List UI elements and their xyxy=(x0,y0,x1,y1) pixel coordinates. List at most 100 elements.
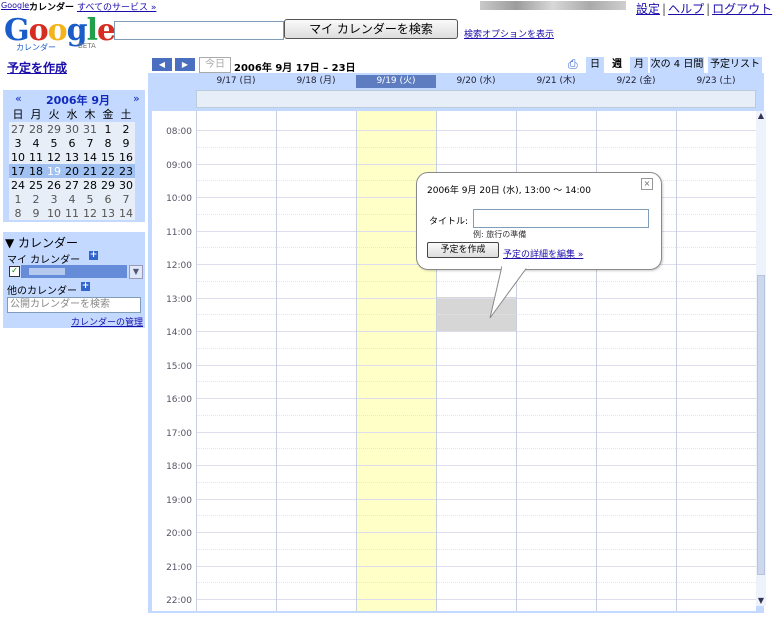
day-cell[interactable]: 27 xyxy=(9,122,27,136)
search-calendar-button[interactable]: マイ カレンダーを検索 xyxy=(284,19,458,39)
prev-week-button[interactable]: ◀ xyxy=(152,58,172,71)
google-link[interactable]: Google xyxy=(1,1,29,10)
day-cell[interactable]: 4 xyxy=(63,192,81,206)
day-header-selected[interactable]: 9/19 (火) xyxy=(356,75,436,88)
day-cell[interactable]: 15 xyxy=(99,150,117,164)
day-cell[interactable]: 5 xyxy=(81,192,99,206)
add-other-calendar-icon[interactable]: + xyxy=(81,282,90,291)
day-cell[interactable]: 18 xyxy=(27,164,45,178)
day-cell[interactable]: 7 xyxy=(81,136,99,150)
tab-next-4-days[interactable]: 次の 4 日間 xyxy=(650,57,704,73)
manage-calendars-link[interactable]: カレンダーの管理 xyxy=(71,315,143,328)
day-cell[interactable]: 23 xyxy=(117,164,135,178)
day-cell[interactable]: 5 xyxy=(45,136,63,150)
public-calendar-search-input[interactable]: 公開カレンダーを検索 xyxy=(7,297,141,313)
day-cell[interactable]: 8 xyxy=(99,136,117,150)
day-cell[interactable]: 1 xyxy=(9,192,27,206)
all-day-row[interactable] xyxy=(196,90,756,108)
day-header[interactable]: 9/22 (金) xyxy=(596,75,676,88)
day-cell[interactable]: 12 xyxy=(45,150,63,164)
day-cell[interactable]: 27 xyxy=(63,178,81,192)
google-logo[interactable]: Google カレンダー BETA xyxy=(4,16,116,53)
all-services-link[interactable]: すべてのサービス » xyxy=(77,0,156,13)
calendar-checkbox[interactable]: ✓ xyxy=(9,266,20,277)
day-cell[interactable]: 24 xyxy=(9,178,27,192)
day-cell[interactable]: 4 xyxy=(27,136,45,150)
day-cell[interactable]: 9 xyxy=(117,136,135,150)
day-cell[interactable]: 12 xyxy=(81,206,99,220)
day-header[interactable]: 9/21 (木) xyxy=(516,75,596,88)
chevron-down-icon[interactable]: ▼ xyxy=(129,265,143,279)
day-cell[interactable]: 10 xyxy=(9,150,27,164)
search-input[interactable] xyxy=(114,21,284,40)
day-cell[interactable]: 30 xyxy=(63,122,81,136)
close-icon[interactable]: × xyxy=(641,178,653,190)
help-link[interactable]: ヘルプ xyxy=(668,2,704,16)
tab-week[interactable]: 週 xyxy=(608,57,626,73)
settings-link[interactable]: 設定 xyxy=(636,2,660,16)
day-cell[interactable]: 3 xyxy=(45,192,63,206)
printer-icon[interactable]: ⎙ xyxy=(568,57,578,72)
logout-link[interactable]: ログアウト xyxy=(712,2,772,16)
day-cell[interactable]: 10 xyxy=(45,206,63,220)
event-title-input[interactable] xyxy=(473,209,649,228)
create-event-button[interactable]: 予定を作成 xyxy=(427,242,499,258)
calendar-name-chip[interactable] xyxy=(21,265,127,278)
day-cell[interactable]: 14 xyxy=(117,206,135,220)
day-header[interactable]: 9/20 (水) xyxy=(436,75,516,88)
day-header[interactable]: 9/17 (日) xyxy=(196,75,276,88)
day-cell[interactable]: 8 xyxy=(9,206,27,220)
day-cell[interactable]: 11 xyxy=(27,150,45,164)
edit-details-link[interactable]: 予定の詳細を編集 » xyxy=(503,247,583,260)
day-cell[interactable]: 3 xyxy=(9,136,27,150)
calendars-header[interactable]: ▼ カレンダー xyxy=(5,234,78,251)
mini-calendar-grid: 日 月 火 水 木 金 土 27 28 29 30 31 1 2 3 4 5 6… xyxy=(9,106,135,220)
day-cell[interactable]: 28 xyxy=(81,178,99,192)
search-options-link[interactable]: 検索オプションを表示 xyxy=(464,27,554,40)
scroll-down-icon[interactable]: ▼ xyxy=(756,596,766,606)
day-cell[interactable]: 13 xyxy=(99,206,117,220)
day-header[interactable]: 9/18 (月) xyxy=(276,75,356,88)
time-label: 14:00 xyxy=(166,328,192,338)
day-cell[interactable]: 21 xyxy=(81,164,99,178)
day-cell[interactable]: 6 xyxy=(63,136,81,150)
scrollbar[interactable]: ▲ ▼ xyxy=(756,111,766,606)
next-week-button[interactable]: ▶ xyxy=(175,58,195,71)
day-cell[interactable]: 1 xyxy=(99,122,117,136)
scroll-thumb[interactable] xyxy=(757,275,765,575)
day-cell[interactable]: 17 xyxy=(9,164,27,178)
day-cell[interactable]: 9 xyxy=(27,206,45,220)
day-cell[interactable]: 26 xyxy=(45,178,63,192)
day-cell[interactable]: 29 xyxy=(99,178,117,192)
tab-agenda[interactable]: 予定リスト xyxy=(708,57,762,73)
day-cell[interactable]: 20 xyxy=(63,164,81,178)
day-cell[interactable]: 28 xyxy=(27,122,45,136)
day-cell[interactable]: 16 xyxy=(117,150,135,164)
day-cell[interactable]: 30 xyxy=(117,178,135,192)
calendars-panel: ▼ カレンダー マイ カレンダー + ✓ ▼ 他のカレンダー + 公開カレンダー… xyxy=(3,232,145,328)
day-cell[interactable]: 7 xyxy=(117,192,135,206)
day-cell[interactable]: 2 xyxy=(117,122,135,136)
tab-day[interactable]: 日 xyxy=(586,57,604,73)
prev-month-button[interactable]: « xyxy=(15,92,22,105)
title-example: 例: 旅行の準備 xyxy=(473,230,527,239)
tab-month[interactable]: 月 xyxy=(630,57,648,73)
day-cell[interactable]: 31 xyxy=(81,122,99,136)
day-header[interactable]: 9/23 (土) xyxy=(676,75,756,88)
day-cell[interactable]: 2 xyxy=(27,192,45,206)
day-cell[interactable]: 14 xyxy=(81,150,99,164)
day-cell[interactable]: 29 xyxy=(45,122,63,136)
day-cell[interactable]: 25 xyxy=(27,178,45,192)
day-cell[interactable]: 13 xyxy=(63,150,81,164)
today-cell[interactable]: 19 xyxy=(45,164,63,178)
week-row: 1 2 3 4 5 6 7 xyxy=(9,192,135,206)
today-button[interactable]: 今日 xyxy=(199,57,231,73)
next-month-button[interactable]: » xyxy=(133,92,140,105)
day-cell[interactable]: 22 xyxy=(99,164,117,178)
create-event-link[interactable]: 予定を作成 xyxy=(7,59,67,76)
day-cell[interactable]: 11 xyxy=(63,206,81,220)
scroll-up-icon[interactable]: ▲ xyxy=(756,111,766,121)
redacted-name xyxy=(29,268,65,275)
day-cell[interactable]: 6 xyxy=(99,192,117,206)
add-my-calendar-icon[interactable]: + xyxy=(89,251,98,260)
